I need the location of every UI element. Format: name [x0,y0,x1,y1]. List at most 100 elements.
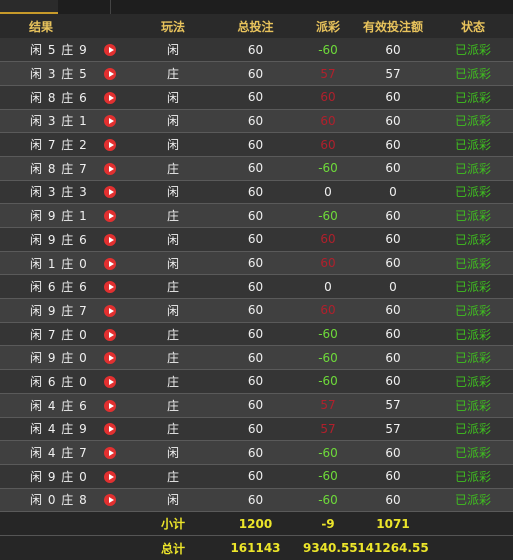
play-icon [104,233,116,246]
result-cell: 闲 8 庄 6 [30,90,88,105]
replay-button[interactable] [82,180,138,204]
play-cell: 闲 [166,256,179,271]
col-header-replay [82,14,138,38]
status-cell: 已派彩 [454,114,491,129]
payout-cell: -60 [318,208,338,223]
replay-button[interactable] [82,204,138,228]
payout-cell: -60 [318,492,338,507]
replay-button[interactable] [82,228,138,252]
toolbar-divider [110,0,111,14]
table-row: 闲 1 庄 0 闲 60 60 60 已派彩 [0,251,513,275]
active-tab[interactable] [0,0,58,14]
play-cell: 庄 [166,422,179,437]
result-cell: 闲 9 庄 0 [30,469,88,484]
replay-button[interactable] [82,393,138,417]
table-row: 闲 3 庄 5 庄 60 57 57 已派彩 [0,61,513,86]
table-row: 闲 7 庄 2 闲 60 60 60 已派彩 [0,132,513,157]
bet-cell: 60 [247,66,264,81]
play-cell: 庄 [166,161,179,176]
payout-cell: 57 [320,398,336,413]
table-row: 闲 5 庄 9 闲 60 -60 60 已派彩 [0,38,513,62]
play-icon [104,328,116,341]
result-cell: 闲 6 庄 6 [30,280,88,295]
play-cell: 闲 [166,138,179,153]
valid-bet-cell: 60 [385,232,401,247]
replay-button[interactable] [82,417,138,441]
replay-button[interactable] [82,133,138,157]
valid-bet-cell: 60 [385,113,401,128]
result-cell: 闲 9 庄 0 [30,351,88,366]
result-cell: 闲 3 庄 5 [30,67,88,82]
replay-button[interactable] [82,441,138,465]
col-header-result: 结果 [28,19,53,34]
replay-button[interactable] [82,464,138,488]
replay-button[interactable] [82,488,138,512]
status-cell: 已派彩 [454,374,491,389]
result-cell: 闲 5 庄 9 [30,43,88,58]
play-icon [104,68,116,81]
bet-cell: 60 [247,303,264,318]
play-cell: 庄 [166,374,179,389]
play-icon [104,494,116,507]
replay-button[interactable] [82,370,138,394]
bet-cell: 60 [247,232,264,247]
bet-cell: 60 [247,445,264,460]
payout-cell: 60 [320,303,336,318]
replay-button[interactable] [82,85,138,109]
replay-button[interactable] [82,156,138,180]
play-icon [104,139,116,152]
payout-cell: 60 [320,232,336,247]
status-cell: 已派彩 [454,303,491,318]
play-cell: 庄 [166,327,179,342]
play-cell: 庄 [166,209,179,224]
payout-cell: 60 [320,256,336,271]
payout-cell: 57 [320,421,336,436]
replay-button[interactable] [82,62,138,86]
valid-bet-cell: 57 [385,398,401,413]
valid-bet-cell: 60 [385,445,401,460]
replay-button[interactable] [82,322,138,346]
payout-cell: -60 [318,374,338,389]
payout-cell: 57 [320,66,336,81]
valid-bet-cell: 57 [385,66,401,81]
payout-cell: 0 [324,279,332,294]
table-row: 闲 9 庄 6 闲 60 60 60 已派彩 [0,227,513,252]
play-icon [104,447,116,460]
valid-bet-cell: 60 [385,137,401,152]
bet-cell: 60 [247,350,264,365]
bet-cell: 60 [247,421,264,436]
col-header-play: 玩法 [160,19,185,34]
play-cell: 闲 [166,232,179,247]
result-cell: 闲 3 庄 3 [30,185,88,200]
replay-button[interactable] [82,299,138,323]
col-header-total-bet: 总投注 [237,19,274,34]
table-row: 闲 7 庄 0 庄 60 -60 60 已派彩 [0,322,513,346]
status-cell: 已派彩 [454,422,491,437]
replay-button[interactable] [82,38,138,62]
table-row: 闲 0 庄 8 闲 60 -60 60 已派彩 [0,488,513,512]
top-toolbar [0,0,513,14]
play-icon [104,375,116,388]
result-cell: 闲 0 庄 8 [30,493,88,508]
table-row: 闲 9 庄 0 庄 60 -60 60 已派彩 [0,345,513,370]
payout-cell: -60 [318,445,338,460]
replay-button[interactable] [82,275,138,299]
replay-button[interactable] [82,109,138,133]
valid-bet-cell: 0 [389,184,397,199]
result-cell: 闲 4 庄 6 [30,398,88,413]
play-icon [104,399,116,412]
bet-cell: 60 [247,42,264,57]
result-cell: 闲 7 庄 0 [30,327,88,342]
subtotal-label: 小计 [160,517,185,532]
table-row: 闲 9 庄 0 庄 60 -60 60 已派彩 [0,464,513,489]
replay-button[interactable] [82,346,138,370]
status-cell: 已派彩 [454,351,491,366]
table-row: 闲 9 庄 1 庄 60 -60 60 已派彩 [0,203,513,228]
play-icon [104,423,116,436]
table-row: 闲 4 庄 9 庄 60 57 57 已派彩 [0,417,513,441]
table-header-row: 结果 玩法 总投注 派彩 有效投注额 状态 [0,14,513,38]
result-cell: 闲 9 庄 7 [30,303,88,318]
play-cell: 庄 [166,351,179,366]
replay-button[interactable] [82,251,138,275]
result-cell: 闲 7 庄 2 [30,138,88,153]
